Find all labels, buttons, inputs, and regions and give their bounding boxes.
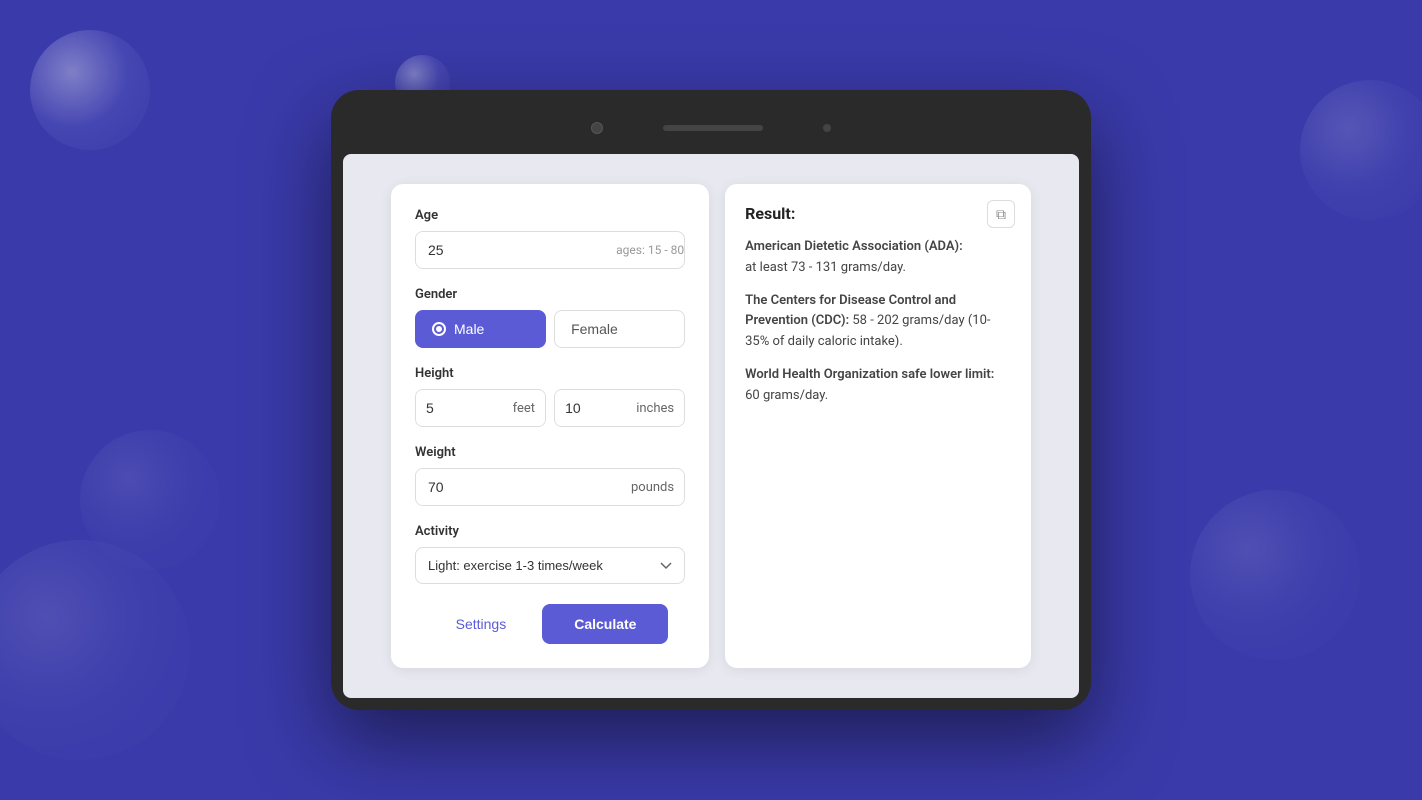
sphere-top-left	[30, 30, 150, 150]
tablet-screen: Age ages: 15 - 80 Gender Male	[343, 154, 1079, 698]
result-title: Result:	[745, 204, 1011, 223]
activity-label: Activity	[415, 524, 685, 539]
sphere-top-right	[1300, 80, 1422, 220]
weight-field-group: Weight pounds	[415, 445, 685, 506]
age-input[interactable]	[416, 232, 608, 268]
sphere-bottom-left2	[80, 430, 220, 570]
tablet-top-bar	[343, 110, 1079, 146]
tablet-mic	[823, 124, 831, 132]
ada-heading: American Dietetic Association (ADA):	[745, 239, 963, 254]
settings-button[interactable]: Settings	[432, 604, 531, 644]
sphere-bottom-right	[1190, 490, 1360, 660]
age-label: Age	[415, 208, 685, 223]
height-field-group: Height feet inches	[415, 366, 685, 427]
gender-label: Gender	[415, 287, 685, 302]
gender-female-label: Female	[571, 321, 618, 337]
app-container: Age ages: 15 - 80 Gender Male	[371, 164, 1051, 688]
pounds-unit-label: pounds	[621, 470, 684, 505]
height-inches-wrapper: inches	[554, 389, 685, 427]
age-input-row: ages: 15 - 80	[415, 231, 685, 269]
form-panel: Age ages: 15 - 80 Gender Male	[391, 184, 709, 668]
height-label: Height	[415, 366, 685, 381]
height-feet-input[interactable]	[416, 390, 503, 426]
copy-button[interactable]: ⧉	[987, 200, 1015, 228]
gender-female-button[interactable]: Female	[554, 310, 685, 348]
height-inches-input[interactable]	[555, 390, 626, 426]
copy-icon: ⧉	[996, 206, 1006, 223]
who-result: World Health Organization safe lower lim…	[745, 365, 1011, 407]
front-camera	[591, 122, 603, 134]
inches-unit-label: inches	[626, 391, 684, 426]
who-value: 60 grams/day.	[745, 388, 828, 403]
cdc-result: The Centers for Disease Control and Prev…	[745, 291, 1011, 353]
age-hint: ages: 15 - 80	[616, 243, 684, 257]
activity-select[interactable]: Sedentary: little or no exercise Light: …	[415, 547, 685, 584]
weight-input-wrapper: pounds	[415, 468, 685, 506]
gender-toggle: Male Female	[415, 310, 685, 348]
calculate-button[interactable]: Calculate	[542, 604, 668, 644]
weight-input[interactable]	[416, 469, 621, 505]
ada-value: at least 73 - 131 grams/day.	[745, 260, 906, 275]
button-row: Settings Calculate	[415, 604, 685, 644]
ada-result: American Dietetic Association (ADA): at …	[745, 237, 1011, 279]
gender-field-group: Gender Male Female	[415, 287, 685, 348]
activity-field-group: Activity Sedentary: little or no exercis…	[415, 524, 685, 584]
height-feet-wrapper: feet	[415, 389, 546, 427]
tablet-speaker	[663, 125, 763, 131]
sphere-bottom-left	[0, 540, 190, 760]
feet-unit-label: feet	[503, 391, 545, 426]
tablet-device: Age ages: 15 - 80 Gender Male	[331, 90, 1091, 710]
result-panel: ⧉ Result: American Dietetic Association …	[725, 184, 1031, 668]
age-field-group: Age ages: 15 - 80	[415, 208, 685, 269]
height-row: feet inches	[415, 389, 685, 427]
age-input-wrapper: ages: 15 - 80	[415, 231, 685, 269]
who-heading: World Health Organization safe lower lim…	[745, 367, 994, 382]
radio-male-icon	[432, 322, 446, 336]
gender-male-button[interactable]: Male	[415, 310, 546, 348]
weight-label: Weight	[415, 445, 685, 460]
gender-male-label: Male	[454, 321, 484, 337]
